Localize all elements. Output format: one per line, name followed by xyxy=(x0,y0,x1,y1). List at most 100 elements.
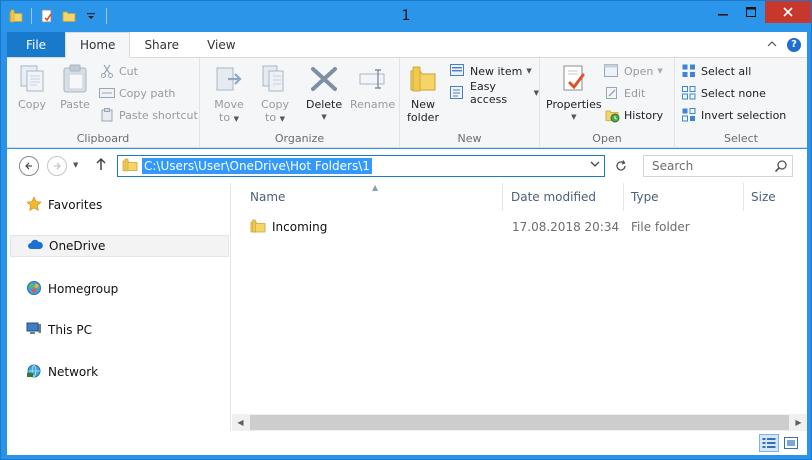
tab-file[interactable]: File xyxy=(7,32,65,57)
file-date: 17.08.2018 20:34 xyxy=(512,220,620,234)
address-bar[interactable]: C:\Users\User\OneDrive\Hot Folders\1 xyxy=(117,155,605,177)
scrollbar-thumb[interactable] xyxy=(250,415,789,430)
refresh-button[interactable] xyxy=(611,157,631,175)
nav-item-favorites[interactable]: Favorites xyxy=(10,194,229,216)
edit-button[interactable]: Edit xyxy=(604,84,645,102)
copy-path-button[interactable]: Copy path xyxy=(99,84,175,102)
delete-button[interactable]: Delete ▼ xyxy=(306,62,342,124)
tab-view[interactable]: View xyxy=(193,32,249,57)
network-icon xyxy=(26,363,42,382)
edit-icon xyxy=(604,85,620,101)
back-button[interactable] xyxy=(19,156,39,176)
new-folder-button[interactable]: New folder xyxy=(406,62,440,124)
details-view-button[interactable] xyxy=(759,434,779,452)
close-button[interactable] xyxy=(765,1,811,23)
select-group-label: Select xyxy=(724,132,758,145)
cut-label: Cut xyxy=(119,64,138,78)
cut-button[interactable]: Cut xyxy=(99,62,138,80)
paste-label: Paste xyxy=(60,98,90,111)
properties-button[interactable]: Properties ▼ xyxy=(546,62,602,124)
up-button[interactable] xyxy=(95,156,107,176)
new-group-label: New xyxy=(457,132,482,145)
maximize-button[interactable] xyxy=(737,1,765,23)
open-group: Properties ▼ Open ▼ Edit History Open xyxy=(540,58,675,148)
nav-item-homegroup[interactable]: Homegroup xyxy=(10,278,229,300)
move-to-label-2: to ▼ xyxy=(219,111,239,126)
column-header-size[interactable]: Size xyxy=(733,183,803,211)
window-title: 1 xyxy=(401,8,411,24)
nav-item-onedrive[interactable]: OneDrive xyxy=(10,235,229,257)
edit-label: Edit xyxy=(624,86,646,100)
forward-button[interactable] xyxy=(47,156,67,176)
scroll-right-icon[interactable]: ▶ xyxy=(790,414,807,431)
properties-icon xyxy=(557,62,591,96)
select-all-button[interactable]: Select all xyxy=(681,62,751,80)
history-icon xyxy=(604,107,620,123)
properties-label: Properties xyxy=(546,98,602,111)
copy-button[interactable]: Copy xyxy=(15,62,49,111)
paste-button[interactable]: Paste xyxy=(58,62,92,111)
horizontal-scrollbar[interactable]: ◀ ▶ xyxy=(232,414,807,431)
easy-access-icon xyxy=(450,85,466,101)
large-icons-view-button[interactable] xyxy=(781,434,801,452)
select-none-icon xyxy=(681,85,697,101)
nav-item-this-pc[interactable]: This PC xyxy=(10,319,229,341)
folder-icon xyxy=(250,218,266,237)
nav-item-label: OneDrive xyxy=(49,239,106,253)
table-row[interactable]: Incoming 17.08.2018 20:34 File folder xyxy=(232,216,792,238)
chevron-down-icon[interactable] xyxy=(590,158,600,171)
chevron-down-icon: ▼ xyxy=(657,67,663,75)
ribbon-controls: ? xyxy=(767,32,807,57)
column-header-name[interactable]: Name xyxy=(232,183,502,211)
title-bar: 1 xyxy=(1,1,811,32)
search-icon[interactable] xyxy=(774,159,788,176)
nav-item-label: This PC xyxy=(48,323,92,337)
scroll-left-icon[interactable]: ◀ xyxy=(232,414,249,431)
new-item-button[interactable]: New item ▼ xyxy=(450,62,532,80)
content-area: Favorites OneDrive Homegroup This PC Net… xyxy=(7,183,807,431)
open-button[interactable]: Open ▼ xyxy=(604,62,663,80)
organize-group-label: Organize xyxy=(274,132,325,145)
arrow-left-icon xyxy=(25,162,32,170)
search-box[interactable]: Search xyxy=(643,155,793,177)
invert-selection-label: Invert selection xyxy=(701,108,787,122)
column-header-date[interactable]: Date modified xyxy=(493,183,623,211)
tab-share[interactable]: Share xyxy=(130,32,193,57)
move-to-label-word: to xyxy=(219,111,231,124)
move-to-button[interactable]: Move to ▼ xyxy=(212,62,246,126)
column-header-type[interactable]: Type xyxy=(613,183,743,211)
search-input[interactable]: Search xyxy=(652,159,693,173)
cloud-icon xyxy=(27,239,43,254)
select-none-label: Select none xyxy=(701,86,766,100)
file-name: Incoming xyxy=(272,220,328,234)
refresh-icon xyxy=(616,160,626,171)
nav-item-network[interactable]: Network xyxy=(10,361,229,383)
recent-locations-icon[interactable]: ▼ xyxy=(73,161,78,169)
invert-selection-button[interactable]: Invert selection xyxy=(681,106,786,124)
rename-button[interactable]: Rename xyxy=(350,62,395,111)
invert-selection-icon xyxy=(681,107,697,123)
scissors-icon xyxy=(99,63,115,79)
new-folder-icon xyxy=(406,62,440,96)
collapse-ribbon-icon[interactable] xyxy=(767,38,777,51)
nav-item-label: Homegroup xyxy=(48,282,119,296)
clipboard-group-label: Clipboard xyxy=(76,132,130,145)
select-none-button[interactable]: Select none xyxy=(681,84,766,102)
chevron-down-icon: ▼ xyxy=(321,113,327,121)
paste-shortcut-button[interactable]: Paste shortcut xyxy=(99,106,198,124)
copy-to-button[interactable]: Copy to ▼ xyxy=(258,62,292,126)
ribbon-tabs: File Home Share View ? xyxy=(7,32,807,58)
open-label: Open xyxy=(624,64,654,78)
tab-home[interactable]: Home xyxy=(65,32,131,58)
new-item-label: New item xyxy=(470,64,523,78)
arrow-right-icon xyxy=(54,162,61,170)
history-button[interactable]: History xyxy=(604,106,663,124)
new-group: New folder New item ▼ Easy access ▼ New xyxy=(400,58,540,148)
chevron-down-icon: ▼ xyxy=(571,113,577,121)
address-path[interactable]: C:\Users\User\OneDrive\Hot Folders\1 xyxy=(142,158,372,174)
help-icon[interactable]: ? xyxy=(787,37,801,52)
minimize-button[interactable] xyxy=(709,1,737,23)
easy-access-button[interactable]: Easy access ▼ xyxy=(450,80,539,106)
chevron-down-icon: ▼ xyxy=(279,115,285,123)
chevron-down-icon: ▼ xyxy=(533,89,539,97)
